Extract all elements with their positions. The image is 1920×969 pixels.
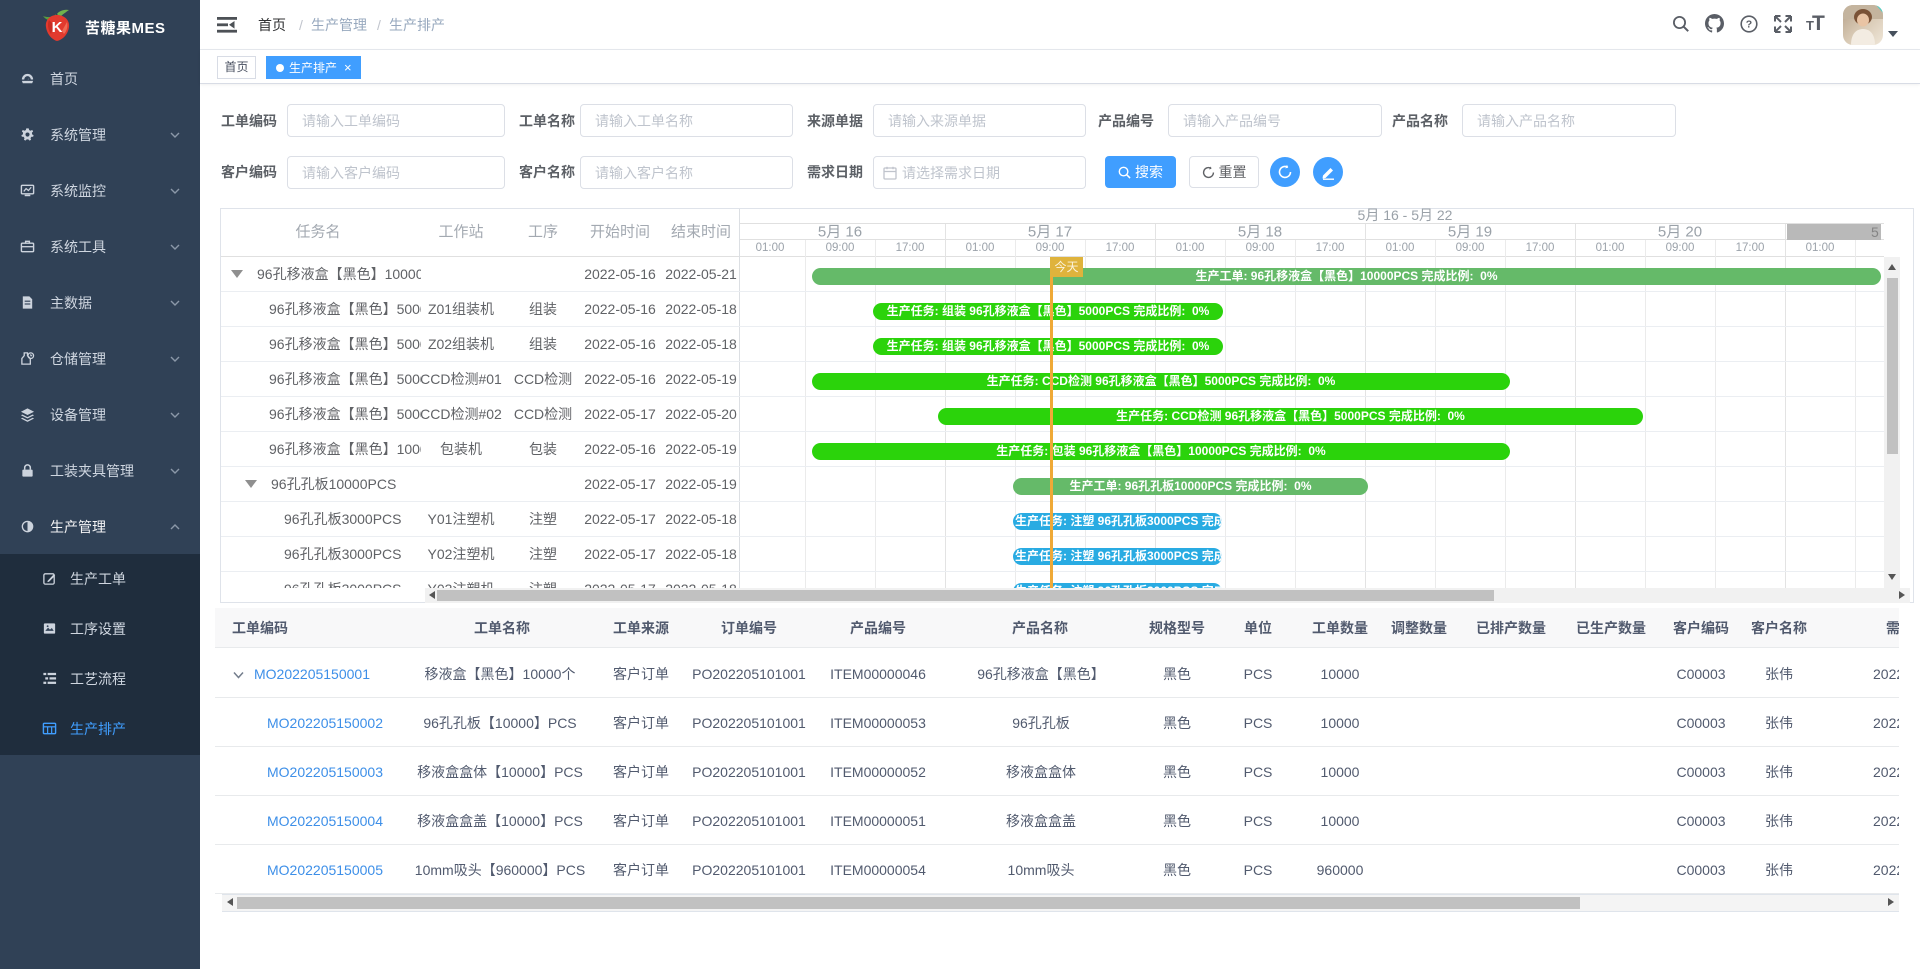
svg-text:?: ? bbox=[1746, 19, 1752, 31]
svg-text:K: K bbox=[52, 19, 63, 36]
